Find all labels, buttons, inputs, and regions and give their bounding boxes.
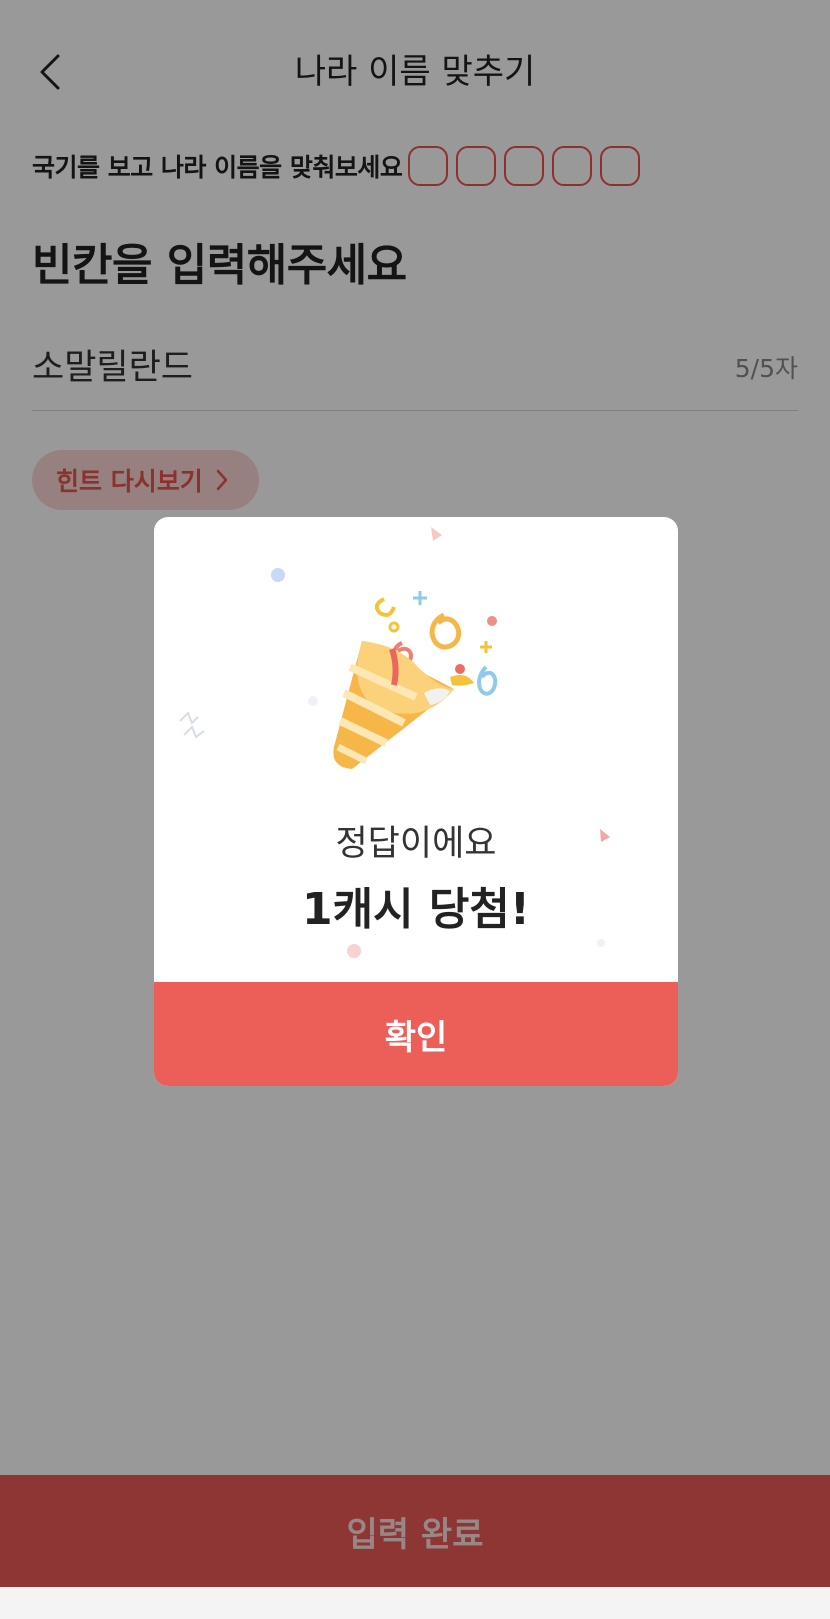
result-dialog: 정답이에요 1캐시 당첨! 확인 [154,517,678,1086]
bottom-safe-area [0,1587,830,1619]
dialog-subtitle: 정답이에요 [335,824,497,864]
quiz-screen: 나라 이름 맞추기 국기를 보고 나라 이름을 맞춰보세요 빈칸을 입력해주세요… [0,0,830,1619]
confirm-button-label: 확인 [384,1017,448,1058]
dialog-title: 1캐시 당첨! [302,884,530,935]
confirm-button[interactable]: 확인 [154,982,678,1086]
dialog-body: 정답이에요 1캐시 당첨! [154,517,678,982]
